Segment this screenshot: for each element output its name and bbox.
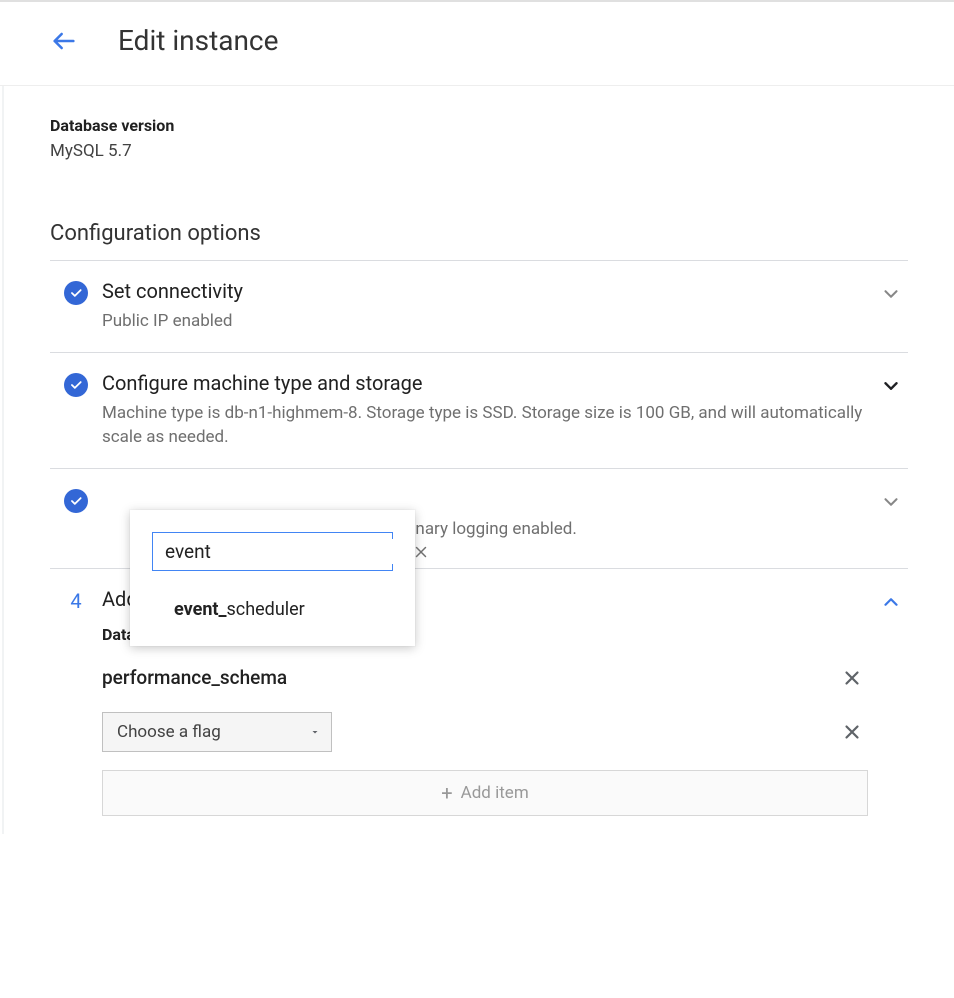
remove-flag-button[interactable] — [838, 718, 866, 746]
choose-flag-placeholder: Choose a flag — [117, 722, 221, 742]
back-arrow-button[interactable] — [50, 27, 78, 55]
flag-row-new: Choose a flag — [102, 712, 868, 752]
config-options-heading: Configuration options — [50, 221, 908, 246]
clear-input-button[interactable] — [412, 543, 430, 561]
panel-connectivity-title: Set connectivity — [102, 279, 868, 303]
chevron-down-icon[interactable] — [880, 283, 902, 309]
plus-icon: + — [441, 783, 452, 803]
db-version-label: Database version — [50, 116, 908, 135]
check-icon — [64, 489, 88, 513]
flag-search-input[interactable] — [163, 539, 412, 564]
panel-machine-sub: Machine type is db-n1-highmem-8. Storage… — [102, 401, 868, 450]
chevron-up-icon[interactable] — [880, 591, 902, 617]
check-icon — [64, 373, 88, 397]
panel-machine[interactable]: Configure machine type and storage Machi… — [50, 353, 908, 469]
panel-machine-title: Configure machine type and storage — [102, 371, 868, 395]
flag-autocomplete: event_scheduler — [130, 510, 415, 646]
add-item-button[interactable]: + Add item — [102, 770, 868, 816]
step-number: 4 — [70, 589, 81, 613]
panel-connectivity[interactable]: Set connectivity Public IP enabled — [50, 261, 908, 353]
choose-flag-select[interactable]: Choose a flag — [102, 712, 332, 752]
body: Database version MySQL 5.7 Configuration… — [2, 86, 954, 834]
chevron-down-icon[interactable] — [880, 375, 902, 401]
flag-row-performance-schema: performance_schema — [102, 664, 868, 692]
page-title: Edit instance — [118, 24, 278, 57]
db-version-value: MySQL 5.7 — [50, 141, 908, 161]
flag-name: performance_schema — [102, 666, 838, 689]
remove-flag-button[interactable] — [838, 664, 866, 692]
check-icon — [64, 281, 88, 305]
panel-connectivity-sub: Public IP enabled — [102, 309, 868, 334]
chevron-down-icon[interactable] — [880, 491, 902, 517]
autocomplete-option-event-scheduler[interactable]: event_scheduler — [152, 571, 393, 624]
top-bar: Edit instance — [0, 0, 954, 86]
add-item-label: Add item — [461, 783, 529, 803]
